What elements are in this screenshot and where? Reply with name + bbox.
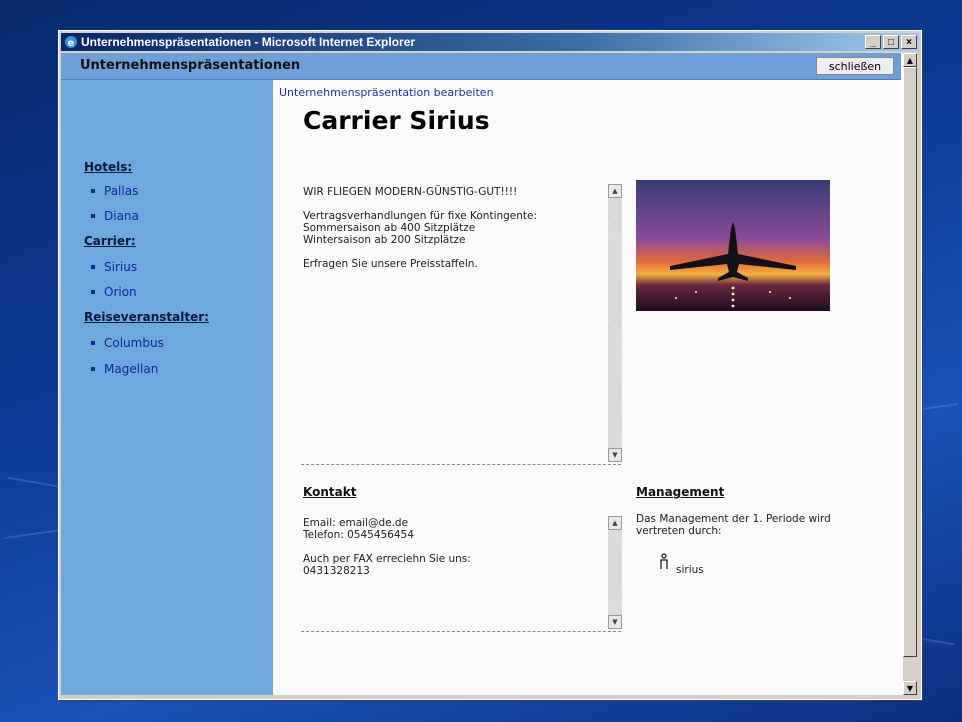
sidebar-item-pallas[interactable]: Pallas <box>91 184 138 198</box>
sidebar-item-columbus[interactable]: Columbus <box>91 336 164 350</box>
sidebar-category-carrier: Carrier: <box>84 234 136 248</box>
window-title: Unternehmenspräsentationen - Microsoft I… <box>81 35 416 49</box>
bullet-icon <box>91 214 95 218</box>
scroll-down-button[interactable]: ▼ <box>903 681 917 695</box>
app-title: Unternehmenspräsentationen <box>80 58 301 73</box>
description-scrollbar[interactable]: ▲ ▼ <box>608 184 622 462</box>
sidebar: Hotels: Pallas Diana Carrier: Sirius Ori… <box>61 80 273 695</box>
internet-explorer-icon: e <box>64 35 78 49</box>
sidebar-item-magellan[interactable]: Magellan <box>91 362 158 376</box>
close-window-button[interactable]: × <box>901 35 917 49</box>
page-content: Unternehmenspräsentationen schließen Hot… <box>61 53 917 695</box>
contact-text: Email: email@de.de Telefon: 0545456454 A… <box>303 517 471 577</box>
window-titlebar[interactable]: e Unternehmenspräsentationen - Microsoft… <box>61 33 919 51</box>
airplane-photo <box>636 180 830 311</box>
divider <box>301 631 621 632</box>
contact-scrollbar[interactable]: ▲ ▼ <box>608 516 622 629</box>
divider <box>301 464 621 465</box>
sidebar-category-hotels: Hotels: <box>84 160 133 174</box>
sidebar-item-label[interactable]: Diana <box>104 209 139 223</box>
scroll-up-button[interactable]: ▲ <box>608 516 622 530</box>
scroll-down-button[interactable]: ▼ <box>608 615 622 629</box>
scroll-up-button[interactable]: ▲ <box>608 184 622 198</box>
description-text: WIR FLIEGEN MODERN-GÜNSTIG-GUT!!!! Vertr… <box>303 186 538 270</box>
page-title: Carrier Sirius <box>303 106 490 135</box>
scroll-thumb[interactable] <box>903 67 917 657</box>
svg-text:e: e <box>68 38 75 49</box>
person-icon <box>659 553 669 572</box>
sidebar-item-label[interactable]: Sirius <box>104 260 137 274</box>
main-panel: Unternehmenspräsentation bearbeiten Carr… <box>273 80 901 695</box>
scroll-up-button[interactable]: ▲ <box>903 53 917 67</box>
bullet-icon <box>91 189 95 193</box>
close-button[interactable]: schließen <box>816 57 894 75</box>
bullet-icon <box>91 290 95 294</box>
browser-window: e Unternehmenspräsentationen - Microsoft… <box>58 30 922 700</box>
edit-presentation-link[interactable]: Unternehmenspräsentation bearbeiten <box>279 86 494 99</box>
window-scrollbar[interactable]: ▲ ▼ <box>903 53 917 695</box>
management-heading: Management <box>636 485 725 499</box>
contact-heading: Kontakt <box>303 485 357 499</box>
sidebar-category-reiseveranstalter: Reiseveranstalter: <box>84 310 209 324</box>
bullet-icon <box>91 341 95 345</box>
sidebar-item-orion[interactable]: Orion <box>91 285 137 299</box>
sidebar-item-label[interactable]: Columbus <box>104 336 164 350</box>
manager-name[interactable]: sirius <box>676 564 704 576</box>
scroll-down-button[interactable]: ▼ <box>608 448 622 462</box>
sidebar-item-label[interactable]: Magellan <box>104 362 158 376</box>
sidebar-item-sirius[interactable]: Sirius <box>91 260 137 274</box>
sidebar-item-label[interactable]: Pallas <box>104 184 138 198</box>
bullet-icon <box>91 265 95 269</box>
bullet-icon <box>91 367 95 371</box>
management-text: Das Management der 1. Periode wird vertr… <box>636 513 831 537</box>
app-header: Unternehmenspräsentationen schließen <box>61 53 901 80</box>
sidebar-item-label[interactable]: Orion <box>104 285 137 299</box>
minimize-button[interactable]: _ <box>865 35 881 49</box>
sidebar-item-diana[interactable]: Diana <box>91 209 139 223</box>
maximize-button[interactable]: □ <box>883 35 899 49</box>
